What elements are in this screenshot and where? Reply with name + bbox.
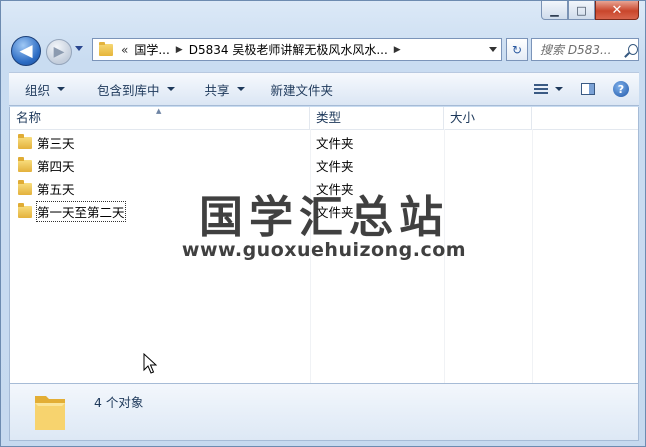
share-label: 共享 [204, 82, 230, 98]
share-button[interactable]: 共享 [185, 73, 255, 105]
details-pane: 4 个对象 [9, 383, 639, 441]
address-bar[interactable]: « 国学... ▶ D5834 吴极老师讲解无极风水风水... ▶ [92, 38, 502, 61]
folder-icon [18, 157, 32, 172]
chevron-down-icon [57, 87, 66, 91]
chevron-down-icon [236, 87, 245, 91]
include-in-library-label: 包含到库中 [97, 82, 160, 98]
back-button[interactable]: ◀ [11, 36, 41, 66]
list-item[interactable]: 第三天 文件夹 [10, 131, 638, 154]
file-type: 文件夹 [316, 136, 354, 151]
breadcrumb-separator-icon[interactable]: ▶ [394, 45, 401, 55]
sort-ascending-icon: ▲ [156, 107, 162, 115]
include-in-library-button[interactable]: 包含到库中 [75, 73, 185, 105]
explorer-window: ▁ □ ✕ ◀ ▶ « 国学... ▶ D5834 吴极老师讲解无极风水风水..… [0, 0, 646, 447]
folder-icon [18, 134, 32, 149]
new-folder-button[interactable]: 新建文件夹 [255, 73, 344, 105]
refresh-button[interactable]: ↻ [506, 38, 528, 61]
organize-button[interactable]: 组织 [9, 73, 75, 105]
organize-label: 组织 [25, 82, 51, 98]
change-view-button[interactable] [530, 83, 567, 95]
file-name: 第三天 [37, 136, 75, 151]
forward-button[interactable]: ▶ [46, 39, 72, 65]
breadcrumb-overflow[interactable]: « [121, 43, 128, 57]
new-folder-label: 新建文件夹 [270, 82, 334, 98]
file-type: 文件夹 [316, 159, 354, 174]
close-button[interactable]: ✕ [595, 1, 639, 20]
breadcrumb-item-current[interactable]: D5834 吴极老师讲解无极风水风水... [189, 41, 388, 58]
column-headers: 名称 类型 大小 ▲ [10, 107, 638, 130]
refresh-icon: ↻ [511, 42, 523, 57]
search-input[interactable] [540, 42, 626, 57]
column-header-type[interactable]: 类型 [310, 107, 444, 129]
folder-large-icon [35, 396, 65, 430]
watermark-title: 国学汇总站 [199, 192, 449, 243]
search-box[interactable] [531, 38, 639, 61]
views-icon [534, 83, 548, 95]
caption-buttons: ▁ □ ✕ [541, 1, 639, 21]
file-name: 第四天 [37, 159, 75, 174]
chevron-down-icon [555, 87, 563, 91]
item-count: 4 个对象 [94, 395, 144, 410]
command-bar: 组织 包含到库中 共享 新建文件夹 ? [9, 72, 639, 106]
column-header-size[interactable]: 大小 [444, 107, 532, 129]
minimize-button[interactable]: ▁ [541, 1, 568, 20]
mouse-cursor-icon [143, 353, 157, 374]
breadcrumb-item-root[interactable]: 国学... [134, 41, 169, 58]
maximize-button[interactable]: □ [568, 1, 595, 20]
column-header-filler [532, 107, 638, 129]
list-item[interactable]: 第四天 文件夹 [10, 154, 638, 177]
watermark-url: www.guoxuehuizong.com [181, 239, 467, 261]
recent-pages-dropdown[interactable] [75, 46, 83, 51]
forward-arrow-icon: ▶ [53, 44, 65, 60]
help-icon[interactable]: ? [613, 81, 629, 97]
toolbar-right: ? [530, 81, 639, 97]
breadcrumb-separator-icon[interactable]: ▶ [176, 45, 183, 55]
search-icon[interactable] [628, 44, 638, 55]
address-history-dropdown[interactable] [489, 47, 497, 52]
folder-icon [99, 41, 113, 56]
preview-pane-icon[interactable] [581, 83, 595, 95]
chevron-down-icon [166, 87, 175, 91]
navigation-bar: ◀ ▶ « 国学... ▶ D5834 吴极老师讲解无极风水风水... ▶ ↻ [9, 34, 639, 66]
back-arrow-icon: ◀ [19, 41, 33, 61]
